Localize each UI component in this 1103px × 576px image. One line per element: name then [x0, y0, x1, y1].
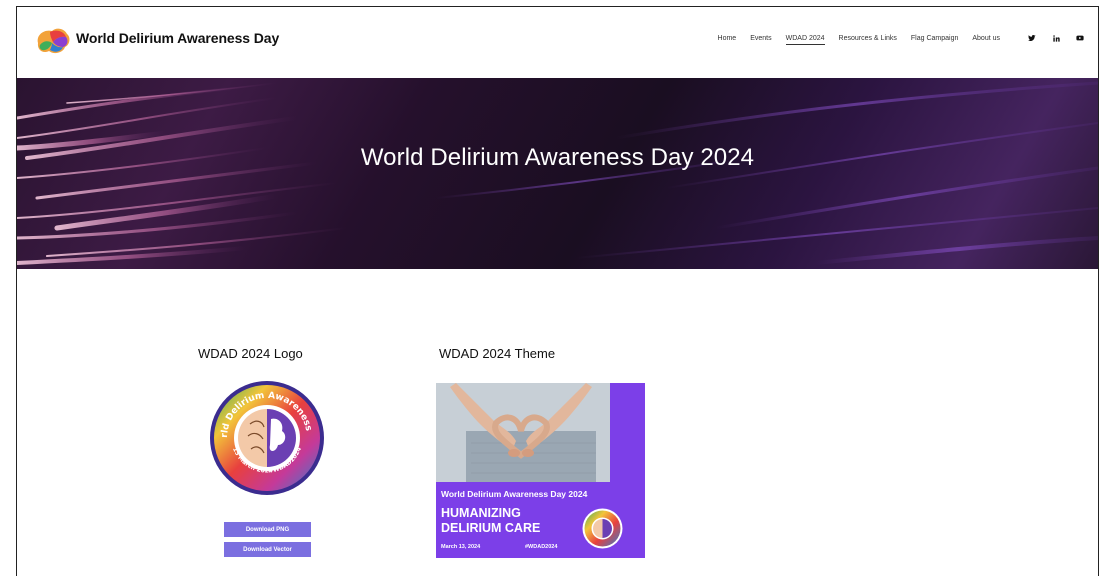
browser-page: World Delirium Awareness Day Home Events… — [16, 6, 1099, 576]
hero-banner: World Delirium Awareness Day 2024 — [17, 78, 1098, 269]
banner-background-image — [17, 81, 1098, 265]
youtube-icon[interactable] — [1075, 33, 1085, 43]
nav-item-events[interactable]: Events — [750, 35, 771, 45]
poster-hashtag: #WDAD2024 — [525, 544, 558, 550]
theme-section-title: WDAD 2024 Theme — [439, 346, 556, 361]
twitter-icon[interactable] — [1027, 33, 1037, 43]
site-title[interactable]: World Delirium Awareness Day — [76, 30, 279, 46]
download-vector-button[interactable]: Download Vector — [224, 542, 311, 557]
social-links — [1027, 33, 1085, 43]
poster-theme-title: HUMANIZING DELIRIUM CARE — [441, 506, 541, 535]
logo-section-title: WDAD 2024 Logo — [198, 346, 303, 361]
site-logo-icon[interactable] — [34, 25, 72, 57]
poster-accent-strip — [610, 383, 645, 482]
poster-logo-badge-icon — [582, 508, 623, 549]
hands-heart-photo — [436, 383, 610, 482]
nav-item-resources-links[interactable]: Resources & Links — [839, 35, 897, 45]
nav-item-about-us[interactable]: About us — [972, 35, 1000, 45]
poster-headline: World Delirium Awareness Day 2024 — [441, 489, 588, 499]
download-png-button[interactable]: Download PNG — [224, 522, 311, 537]
nav-item-home[interactable]: Home — [718, 35, 737, 45]
poster-date: March 13, 2024 — [441, 544, 481, 550]
nav-item-wdad-2024[interactable]: WDAD 2024 — [785, 35, 825, 45]
nav-item-flag-campaign[interactable]: Flag Campaign — [911, 35, 958, 45]
main-nav: Home Events WDAD 2024 Resources & Links … — [718, 35, 1000, 45]
wdad-2024-logo-badge[interactable]: World Delirium Awareness Day 13 March 20… — [208, 379, 326, 497]
site-header: World Delirium Awareness Day Home Events… — [17, 7, 1098, 78]
banner-title: World Delirium Awareness Day 2024 — [360, 144, 755, 171]
theme-poster[interactable]: World Delirium Awareness Day 2024 HUMANI… — [436, 383, 645, 558]
linkedin-icon[interactable] — [1051, 33, 1061, 43]
